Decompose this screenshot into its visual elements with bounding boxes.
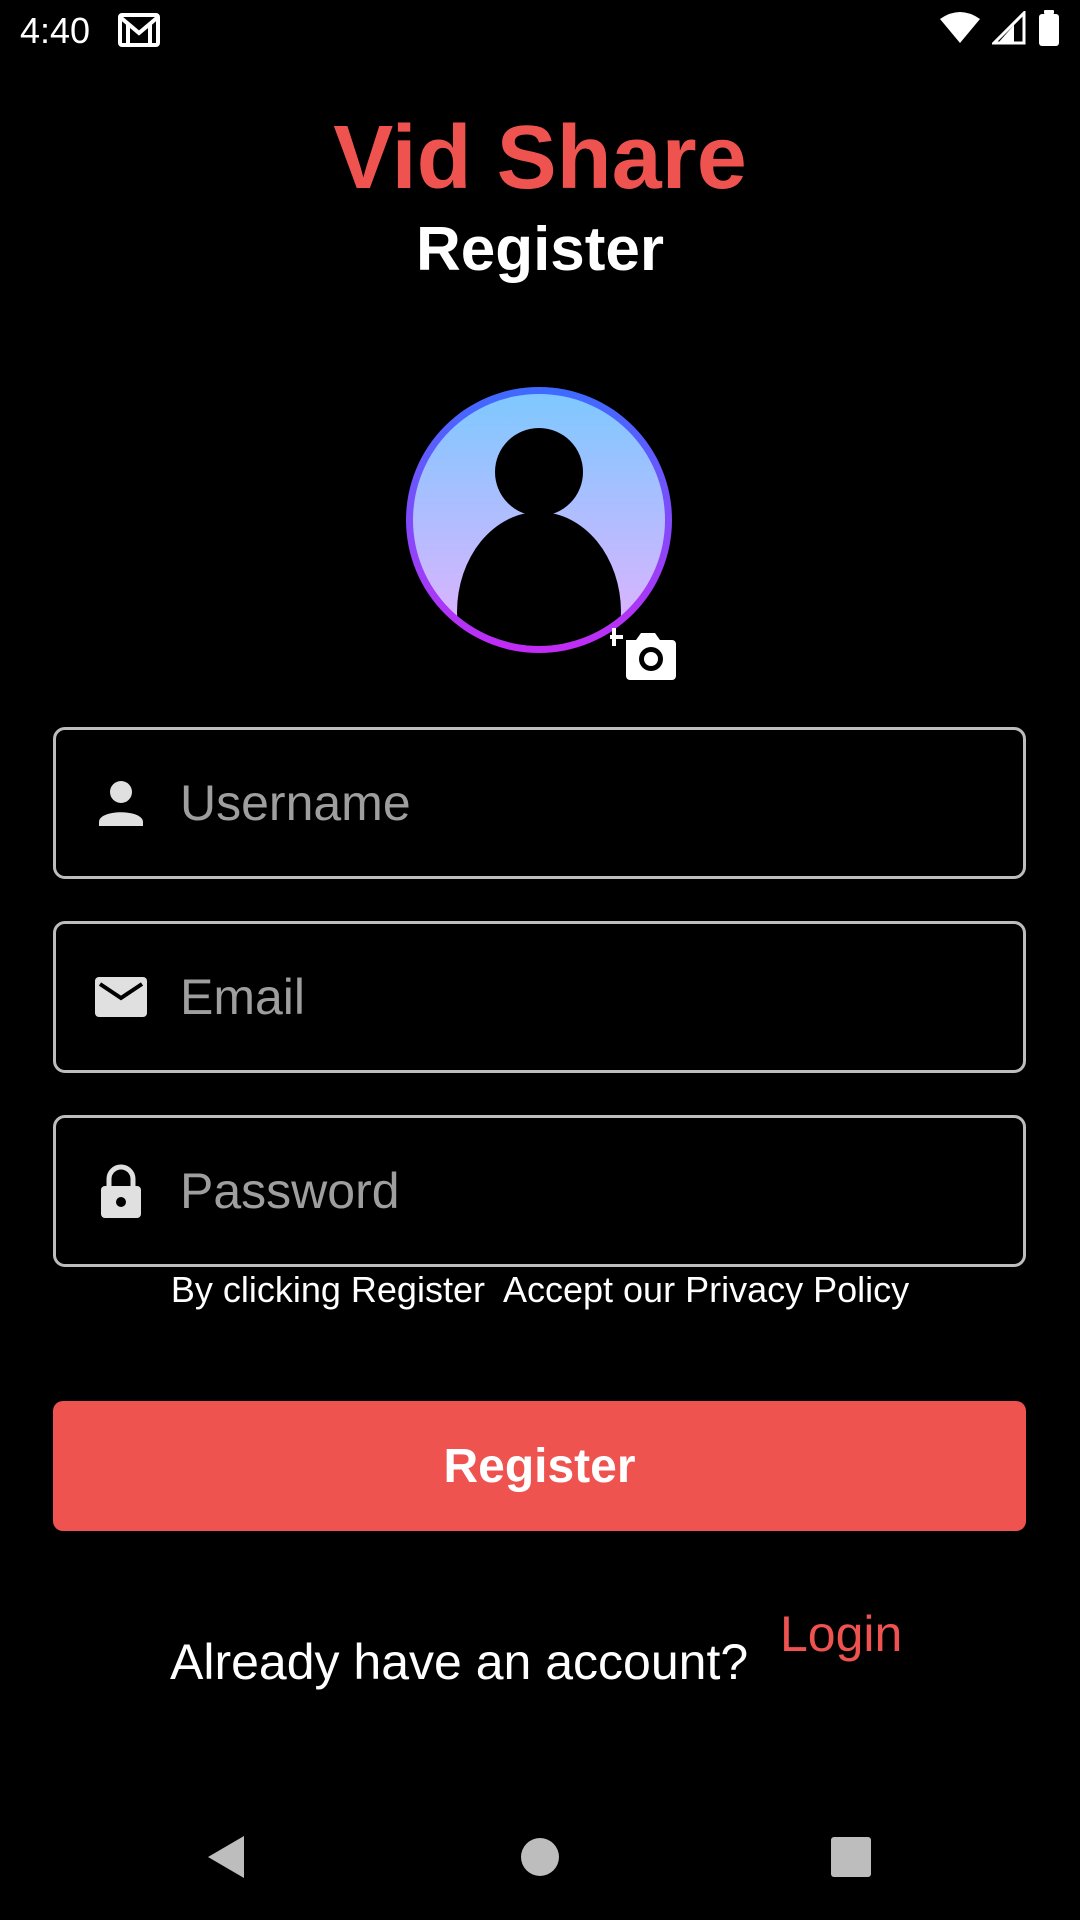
person-icon [90,772,152,834]
mail-icon [90,966,152,1028]
username-field[interactable] [53,727,1026,879]
signal-icon [990,8,1026,50]
person-avatar-icon [406,387,672,653]
add-a-photo-icon [605,628,676,680]
password-field[interactable] [53,1115,1026,1267]
app-title: Vid Share [333,108,747,208]
status-bar: 4:40 [0,0,1080,62]
status-time: 4:40 [20,10,91,51]
email-field[interactable] [53,921,1026,1073]
recents-icon[interactable] [816,1822,886,1892]
lock-icon [90,1160,152,1222]
register-button[interactable]: Register [53,1401,1026,1531]
email-input[interactable] [180,924,1000,1070]
navigation-bar [0,1790,1080,1920]
battery-icon [1038,9,1060,51]
wifi-icon [940,11,980,50]
home-icon[interactable] [505,1822,575,1892]
password-input[interactable] [180,1118,1000,1264]
page-title: Register [415,215,665,284]
gmail-icon [118,13,160,47]
already-have-account-text: Already have an account? [170,1634,749,1690]
add-photo-button[interactable] [605,620,678,682]
register-screen: 4:40 Vid Share Register Username Email B… [0,0,1080,1920]
back-icon[interactable] [200,1822,270,1892]
username-input[interactable] [180,730,1000,876]
privacy-policy-text[interactable]: By clicking Register Accept our Privacy … [0,1268,1080,1312]
profile-avatar[interactable] [401,382,677,658]
status-icons [940,8,1060,51]
login-link[interactable]: Login [780,1604,902,1664]
